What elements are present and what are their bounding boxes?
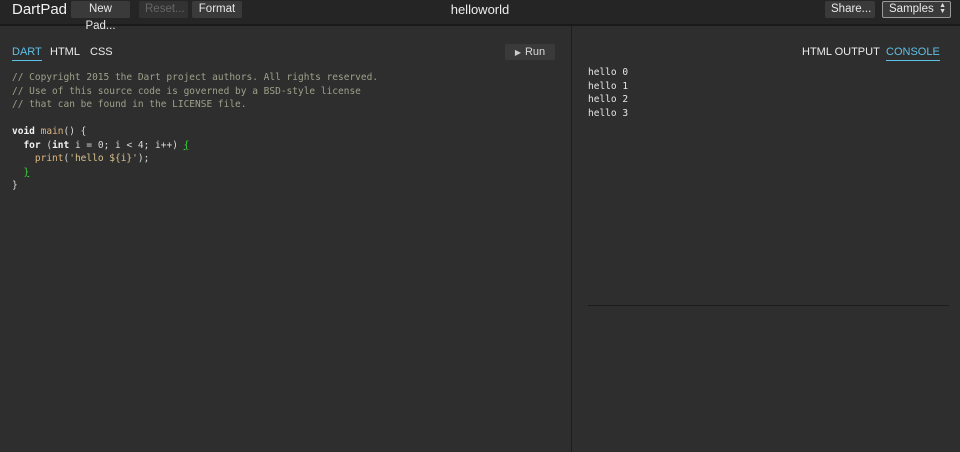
code-text: i = 0; i < 4; i++): [69, 139, 184, 151]
console-line: hello 0: [588, 67, 629, 78]
code-text: (: [40, 139, 53, 151]
code-comment: // Copyright 2015 the Dart project autho…: [12, 72, 379, 83]
new-pad-button[interactable]: New Pad...: [71, 1, 130, 32]
code-keyword: void: [12, 126, 35, 137]
format-button[interactable]: Format: [192, 1, 242, 18]
tab-html[interactable]: HTML: [50, 46, 80, 60]
code-editor[interactable]: // Copyright 2015 the Dart project autho…: [12, 71, 378, 193]
console-line: hello 2: [588, 94, 629, 105]
console-output: hello 0 hello 1 hello 2 hello 3: [588, 66, 628, 120]
run-label: Run: [524, 46, 546, 58]
code-text: }: [12, 180, 18, 191]
code-text: () {: [63, 126, 87, 137]
select-arrows-icon: ▲ ▼: [939, 2, 946, 15]
run-button[interactable]: ▶ Run: [505, 44, 555, 60]
samples-select[interactable]: Samples ▲ ▼: [882, 1, 951, 18]
app-logo: DartPad: [12, 1, 68, 18]
code-keyword: for: [23, 139, 41, 151]
code-string: 'hello ${i}': [69, 153, 138, 164]
tab-dart[interactable]: DART: [12, 46, 42, 61]
code-text: );: [137, 153, 150, 164]
play-icon: ▶: [514, 48, 521, 57]
top-bar: DartPad New Pad... Reset... Format hello…: [0, 0, 960, 32]
reset-button[interactable]: Reset...: [139, 1, 188, 18]
tab-css[interactable]: CSS: [90, 46, 113, 60]
console-line: hello 3: [588, 107, 629, 119]
code-function: print: [34, 153, 64, 164]
pane-divider[interactable]: [588, 305, 949, 306]
code-bracket: {: [183, 139, 190, 151]
editor-pane: DART HTML CSS ▶ Run // Copyright 2015 the…: [0, 26, 572, 452]
samples-label: Samples: [889, 3, 934, 15]
output-pane: HTML OUTPUT CONSOLE hello 0 hello 1 hell…: [572, 26, 960, 452]
code-bracket: }: [23, 166, 30, 178]
tab-console[interactable]: CONSOLE: [886, 46, 940, 61]
code-keyword: int: [52, 139, 70, 151]
code-function: main: [40, 126, 64, 137]
share-button[interactable]: Share...: [825, 1, 875, 18]
code-comment: // Use of this source code is governed b…: [12, 85, 361, 97]
console-line: hello 1: [588, 80, 629, 92]
code-comment: // that can be found in the LICENSE file…: [12, 99, 247, 110]
tab-html-output[interactable]: HTML OUTPUT: [802, 46, 880, 60]
